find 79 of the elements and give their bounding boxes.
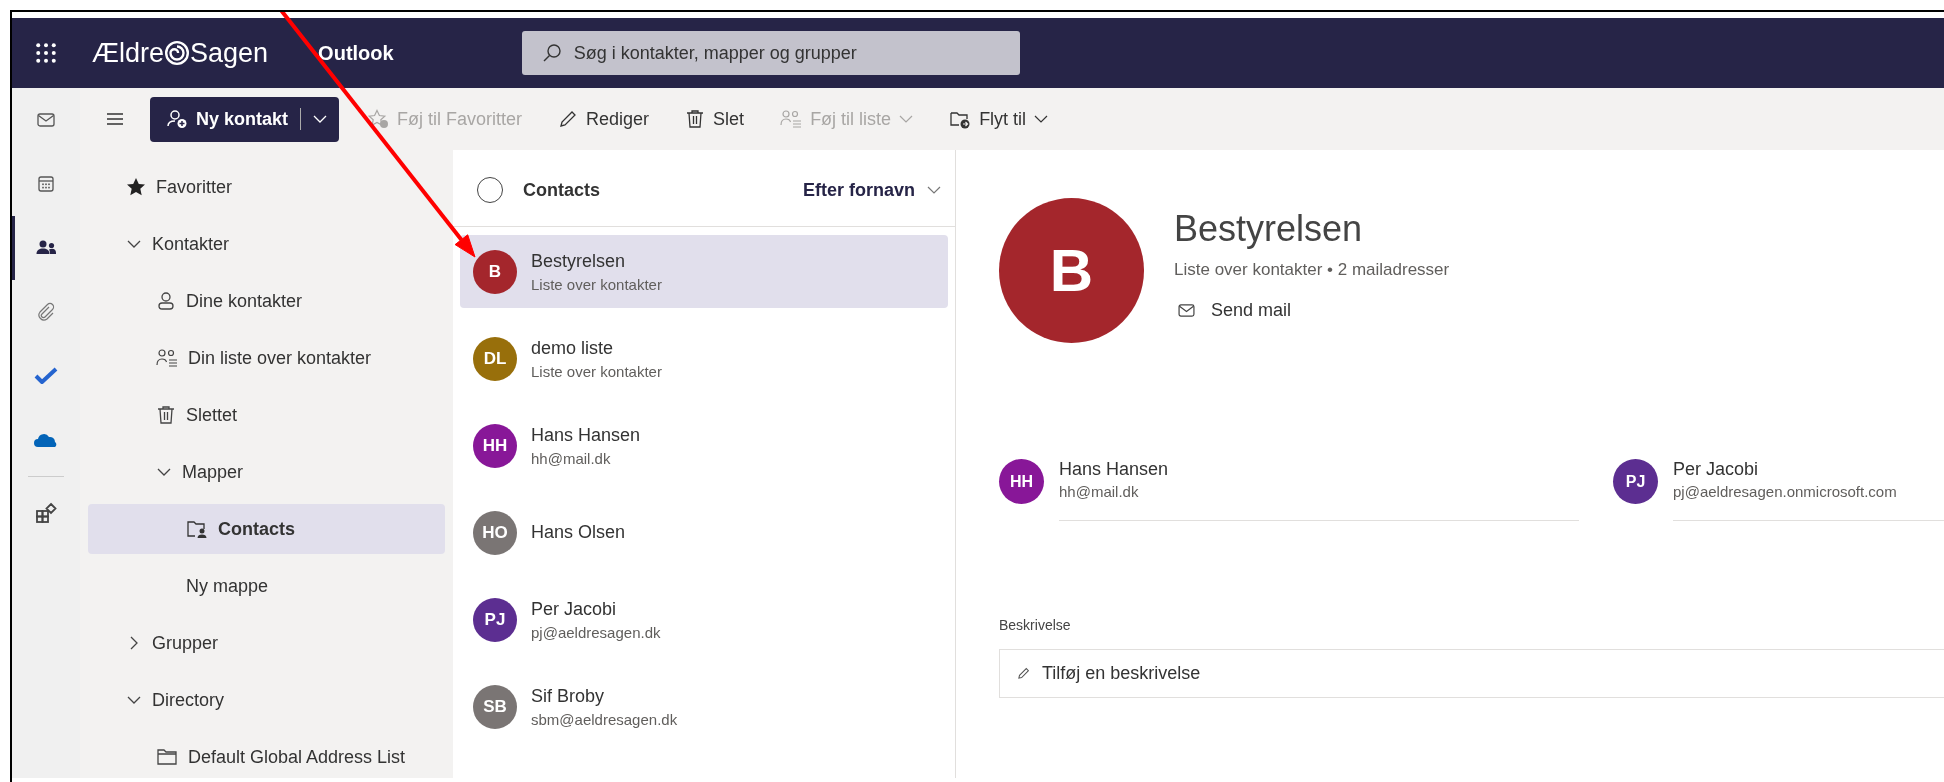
contact-item[interactable]: HH Hans Hansen hh@mail.dk [460, 409, 948, 482]
people-list-icon [156, 348, 178, 368]
folder-item[interactable]: Kontakter [88, 219, 445, 269]
sort-dropdown[interactable]: Efter fornavn [802, 179, 941, 201]
delete-button[interactable]: Slet [667, 108, 763, 130]
folder-item[interactable]: Dine kontakter [88, 276, 445, 326]
avatar: B [473, 249, 517, 294]
mail-icon [36, 110, 56, 130]
mail-icon [1178, 304, 1195, 317]
contact-name: Hans Olsen [531, 522, 626, 543]
member-name: Per Jacobi [1673, 459, 1760, 480]
paperclip-icon [36, 302, 56, 322]
cloud-icon [33, 432, 59, 448]
field-label: Beskrivelse [999, 617, 1072, 633]
contact-item[interactable]: PJ Per Jacobi pj@aeldresagen.dk [460, 583, 948, 656]
edit-button[interactable]: Rediger [540, 108, 668, 130]
caret-icon [927, 186, 941, 194]
send-mail-button[interactable]: Send mail [1174, 300, 1292, 321]
avatar: B [999, 198, 1144, 343]
member-email: pj@aeldresagen.onmicrosoft.com [1673, 483, 1898, 500]
brand-text: Ældre [92, 37, 165, 69]
calendar-icon [36, 174, 56, 194]
apps-icon [35, 502, 57, 524]
contact-detail: sbm@aeldresagen.dk [531, 710, 678, 728]
folder-arrow-icon [949, 109, 972, 129]
contact-name: Hans Hansen [531, 424, 641, 446]
person-icon [156, 291, 176, 311]
folder-item[interactable]: Contacts [88, 504, 445, 554]
swirl-icon [164, 40, 191, 66]
contact-name: Sif Broby [531, 685, 606, 707]
app-launcher-icon[interactable] [36, 43, 56, 63]
avatar: PJ [473, 597, 517, 642]
contact-detail: Liste over kontakter [531, 275, 662, 293]
contact-detail: pj@aeldresagen.dk [531, 623, 661, 641]
people-list-icon [780, 109, 803, 129]
app-name: Outlook [318, 41, 394, 65]
folder-item[interactable]: Mapper [88, 447, 445, 497]
menu-icon[interactable] [106, 112, 124, 126]
avatar: SB [473, 684, 517, 729]
new-contact-button[interactable]: Ny kontakt [150, 96, 340, 142]
contact-name: demo liste [531, 337, 615, 359]
description-field[interactable]: Tilføj en beskrivelse [999, 649, 1944, 698]
contact-item[interactable]: SB Sif Broby sbm@aeldresagen.dk [460, 670, 948, 743]
list-title: Contacts [523, 179, 601, 201]
contact-subtitle: Liste over kontakter • 2 mailadresser [1174, 260, 1450, 280]
move-button[interactable]: Flyt til [931, 108, 1067, 130]
caret-icon[interactable] [313, 115, 328, 123]
contact-name: Per Jacobi [531, 598, 618, 620]
folder-item[interactable]: Din liste over kontakter [88, 333, 445, 383]
brand-text: Sagen [190, 37, 269, 69]
folder-item[interactable]: Slettet [88, 390, 445, 440]
member-name: Hans Hansen [1059, 459, 1170, 480]
member-email: hh@mail.dk [1059, 483, 1140, 500]
contact-item[interactable]: DL demo liste Liste over kontakter [460, 322, 948, 395]
folder-icon [156, 747, 178, 767]
contact-folder-icon [186, 519, 208, 539]
avatar: HH [473, 423, 517, 468]
avatar: DL [473, 336, 517, 381]
contact-name: Bestyrelsen [531, 250, 627, 272]
contact-item[interactable]: B Bestyrelsen Liste over kontakter [460, 235, 948, 308]
folder-item[interactable]: Grupper [88, 618, 445, 668]
trash-icon [685, 109, 706, 129]
avatar: HH [999, 459, 1044, 504]
folder-item[interactable]: Ny mappe [88, 561, 445, 611]
contact-title: Bestyrelsen [1174, 208, 1364, 250]
contact-detail: hh@mail.dk [531, 449, 612, 467]
avatar: HO [473, 510, 517, 555]
contact-detail: Liste over kontakter [531, 362, 662, 380]
contact-item[interactable]: HO Hans Olsen [460, 496, 948, 569]
star-plus-icon [367, 109, 390, 129]
search-field[interactable]: Søg i kontakter, mapper og grupper [521, 31, 1020, 75]
person-add-icon [166, 109, 188, 129]
folder-item[interactable]: Default Global Address List [88, 732, 445, 778]
folder-item[interactable]: Favoritter [88, 162, 445, 212]
trash-icon [156, 405, 176, 425]
star-icon [126, 177, 146, 197]
avatar: PJ [1613, 459, 1658, 504]
checkmark-icon [34, 366, 58, 386]
folder-item[interactable]: Directory [88, 675, 445, 725]
